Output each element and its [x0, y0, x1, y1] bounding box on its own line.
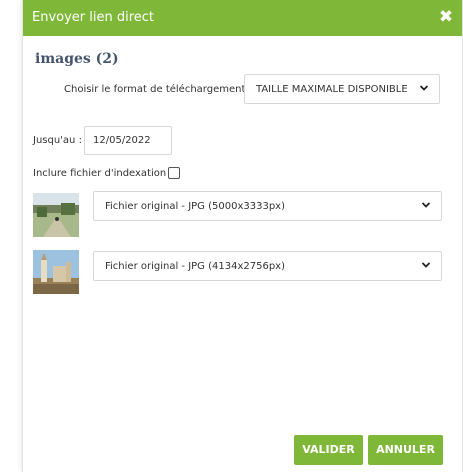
until-date-field[interactable]: 12/05/2022: [84, 126, 172, 155]
building-thumbnail: [33, 250, 79, 294]
until-date-value: 12/05/2022: [93, 135, 151, 146]
dialog-titlebar: Envoyer lien direct ✖: [23, 0, 462, 36]
chevron-down-icon: [421, 202, 431, 208]
index-label: Inclure fichier d'indexation :: [33, 168, 173, 179]
dialog-title: Envoyer lien direct: [32, 10, 155, 25]
file-format-select-2[interactable]: Fichier original - JPG (4134x2756px): [93, 251, 442, 281]
cancel-button[interactable]: ANNULER: [368, 435, 443, 465]
close-icon[interactable]: ✖: [438, 9, 454, 26]
images-heading: images (2): [35, 51, 119, 67]
format-select[interactable]: TAILLE MAXIMALE DISPONIBLE: [244, 74, 440, 104]
send-direct-link-dialog: Envoyer lien direct ✖ images (2) Choisir…: [22, 0, 463, 472]
format-select-value: TAILLE MAXIMALE DISPONIBLE: [256, 84, 408, 95]
file-format-value-2: Fichier original - JPG (4134x2756px): [105, 261, 285, 272]
file-format-select-1[interactable]: Fichier original - JPG (5000x3333px): [93, 191, 442, 221]
chevron-down-icon: [421, 262, 431, 268]
index-checkbox[interactable]: [168, 167, 180, 179]
chevron-down-icon: [419, 85, 429, 91]
until-label: Jusqu'au :: [33, 135, 82, 146]
landscape-thumbnail: [33, 193, 79, 237]
validate-button[interactable]: VALIDER: [294, 435, 363, 465]
file-format-value-1: Fichier original - JPG (5000x3333px): [105, 201, 285, 212]
format-label: Choisir le format de téléchargement: [64, 84, 246, 95]
